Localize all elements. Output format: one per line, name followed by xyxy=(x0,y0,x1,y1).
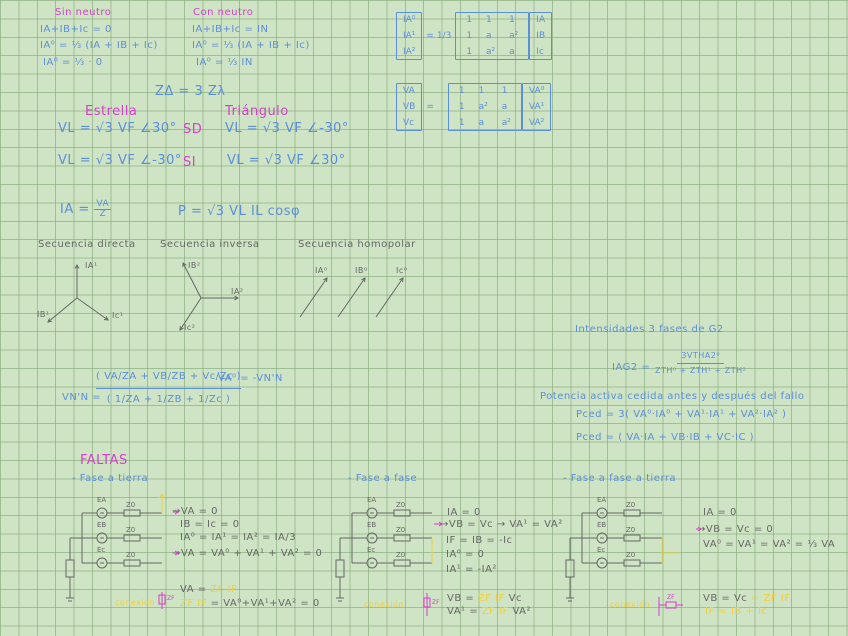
circuit-label: Z0 xyxy=(396,501,405,509)
circuit-label: Z0 xyxy=(126,501,135,509)
fault-impedance-icon xyxy=(665,601,677,609)
circuit-label: Ec xyxy=(97,546,105,554)
circuit-label: EA xyxy=(367,496,376,504)
impedance-icon xyxy=(393,559,411,567)
phasor-arrow xyxy=(182,262,202,299)
phasor-arrow xyxy=(299,277,328,318)
arrow-icon xyxy=(173,509,179,515)
circuit-label: ZF xyxy=(667,594,675,601)
circuit-label: Z0 xyxy=(396,551,405,559)
circuit-label: EA xyxy=(97,496,106,504)
neutral-impedance-icon xyxy=(565,559,575,578)
impedance-icon xyxy=(623,534,641,542)
circuit-label: Z0 xyxy=(626,551,635,559)
arrow-icon xyxy=(696,526,702,532)
phasor-arrow xyxy=(47,297,78,323)
circuit-label: ZF xyxy=(432,599,440,606)
arrow-icon xyxy=(434,521,443,527)
arrow-icon xyxy=(173,550,179,556)
circuit-label: Z0 xyxy=(396,526,405,534)
circuit-label: ZF xyxy=(167,595,175,602)
circuit-label: Z0 xyxy=(126,551,135,559)
circuit-label: Z0 xyxy=(626,501,635,509)
phasor-arrow xyxy=(76,297,109,321)
impedance-icon xyxy=(123,534,141,542)
circuit-label: Ec xyxy=(597,546,605,554)
circuit-label: EB xyxy=(367,521,376,529)
impedance-icon xyxy=(623,509,641,517)
circuit-label: EB xyxy=(97,521,106,529)
drawings-layer: EA Z0 EB Z0 Ec Z0 EA Z0 EB Z0 Ec Z0 EA Z0 EB Z0 Ec Z0 ZF ZF… xyxy=(47,262,702,616)
circuit-label: EA xyxy=(597,496,606,504)
impedance-icon xyxy=(123,509,141,517)
circuit-label: Ec xyxy=(367,546,375,554)
circuit-label: EB xyxy=(597,521,606,529)
impedance-icon xyxy=(623,559,641,567)
phasor-arrow xyxy=(179,297,202,331)
impedance-icon xyxy=(393,534,411,542)
phasor-arrow xyxy=(375,277,404,318)
impedance-icon xyxy=(393,509,411,517)
circuit-label: Z0 xyxy=(126,526,135,534)
neutral-impedance-icon xyxy=(65,559,75,578)
impedance-icon xyxy=(123,559,141,567)
phasor-arrow xyxy=(337,277,366,318)
circuit-label: Z0 xyxy=(626,526,635,534)
neutral-impedance-icon xyxy=(335,559,345,578)
